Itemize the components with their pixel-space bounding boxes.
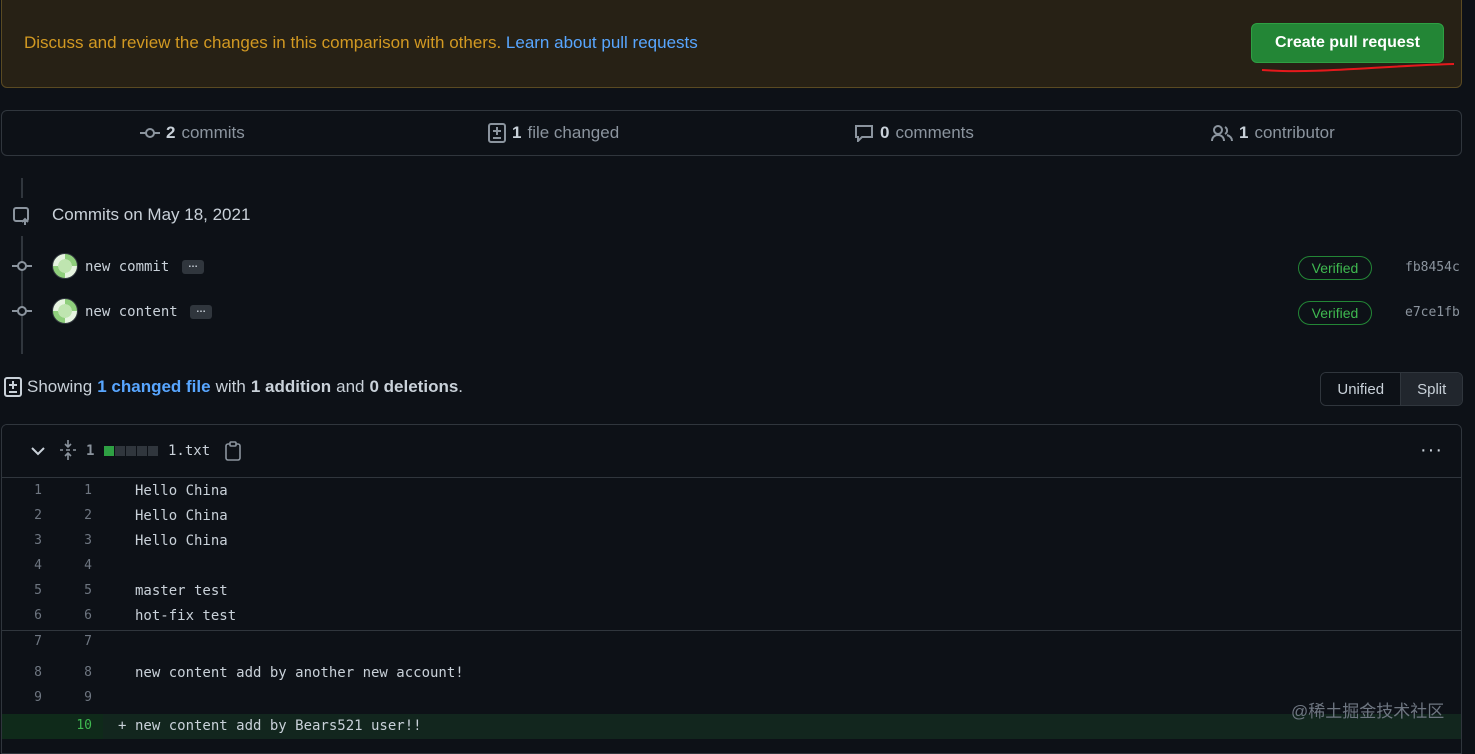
new-line-number[interactable]: 9 [52,690,92,705]
banner-message: Discuss and review the changes in this c… [24,33,698,53]
new-line-number[interactable]: 1 [52,483,92,498]
diff-line: 8 8 new content add by another new account… [2,661,1461,686]
verified-badge[interactable]: Verified [1298,256,1372,280]
old-line-number[interactable]: 8 [2,665,42,680]
diff-stat-count: 1 [86,443,95,459]
avatar[interactable] [52,253,78,279]
chevron-down-icon[interactable] [31,446,45,456]
stat-files[interactable]: 1 file changed [488,111,619,155]
comment-icon [855,125,873,142]
old-line-number[interactable]: 2 [2,508,42,523]
stat-comments-count: 0 [880,123,890,142]
stat-commits[interactable]: 2 commits [140,111,245,155]
verified-badge[interactable]: Verified [1298,301,1372,325]
stat-commits-count: 2 [166,123,176,142]
diff-line: 2 2 Hello China [2,504,1461,529]
watermark: @稀土掘金技术社区 [1291,702,1445,721]
commit-sha-link[interactable]: fb8454c [1405,260,1460,275]
file-header: 1 1.txt ··· [2,425,1461,478]
stat-contributors-count: 1 [1239,123,1249,142]
comparison-stats: 2 commits 1 file changed 0 comments 1 co… [1,110,1462,156]
split-view-button[interactable]: Split [1401,373,1462,405]
old-line-number[interactable]: 4 [2,558,42,573]
file-name-link[interactable]: 1.txt [168,443,210,459]
stat-comments-label: comments [895,123,974,142]
diff-summary: Showing 1 changed file with 1 addition a… [4,377,463,397]
additions-count: 1 addition [250,377,332,396]
new-line-number[interactable]: 6 [52,608,92,623]
red-underline-annotation [1261,63,1455,73]
line-code: new content add by Bears521 user!! [135,718,422,734]
diff-line: 3 3 Hello China [2,529,1461,554]
old-line-number[interactable]: 9 [2,690,42,705]
commit-node-icon [12,306,32,316]
diff-line: 44 [2,554,1461,579]
diff-line: 6 6 hot-fix test [2,604,1461,629]
new-line-number[interactable]: 2 [52,508,92,523]
stat-files-count: 1 [512,123,522,142]
timeline-line [21,178,23,198]
commit-message-link[interactable]: new content [85,304,178,320]
diff-view-toggle: Unified Split [1320,372,1463,406]
copy-icon[interactable] [225,441,241,461]
avatar[interactable] [52,298,78,324]
people-icon [1211,125,1233,142]
line-code: Hello China [135,508,228,524]
stat-contributors[interactable]: 1 contributor [1211,111,1335,155]
summary-with: with [215,377,246,396]
file-diff-icon [4,377,22,397]
file-diff-icon [488,123,506,143]
old-line-number[interactable]: 6 [2,608,42,623]
commit-icon [140,128,160,138]
compare-banner: Discuss and review the changes in this c… [1,0,1462,88]
summary-end: . [458,377,464,396]
summary-prefix: Showing [27,377,93,396]
line-code: Hello China [135,483,228,499]
diff-line: 5 5 master test [2,579,1461,604]
old-line-number[interactable]: 3 [2,533,42,548]
stat-contributors-label: contributor [1254,123,1335,142]
expand-commit-button[interactable]: … [182,260,204,274]
commit-node-icon [12,261,32,271]
stat-commits-label: commits [181,123,245,142]
line-code: new content add by another new account! [135,665,464,681]
old-line-number[interactable]: 1 [2,483,42,498]
diff-stat-blocks [104,446,158,456]
old-line-number[interactable]: 5 [2,583,42,598]
timeline-line [21,236,23,354]
new-line-number[interactable]: 4 [52,558,92,573]
new-line-number[interactable]: 5 [52,583,92,598]
file-diff: 1 1.txt ··· 1 1 Hello China 2 2 Hello China 3 3… [1,424,1462,754]
git-commit-group-icon [13,207,29,225]
unified-view-button[interactable]: Unified [1321,373,1402,405]
stat-comments[interactable]: 0 comments [854,111,974,155]
changed-files-link[interactable]: 1 changed file [97,377,210,397]
learn-pull-requests-link[interactable]: Learn about pull requests [506,33,698,52]
line-code: master test [135,583,228,599]
summary-and: and [336,377,365,396]
new-line-number[interactable]: 3 [52,533,92,548]
old-line-number[interactable]: 7 [2,634,42,649]
diff-line: 1 1 Hello China [2,479,1461,504]
create-pull-request-button[interactable]: Create pull request [1251,23,1444,63]
deletions-count: 0 deletions [369,377,459,396]
line-code: hot-fix test [135,608,237,624]
diff-line-added: 10 + new content add by Bears521 user!! [2,714,1461,739]
new-line-number[interactable]: 7 [52,634,92,649]
banner-text: Discuss and review the changes in this c… [24,33,502,52]
commits-date-header: Commits on May 18, 2021 [52,205,251,224]
added-sign: + [118,718,127,734]
new-line-number[interactable]: 8 [52,665,92,680]
expand-commit-button[interactable]: … [190,305,212,319]
expand-all-icon[interactable] [59,439,77,461]
commit-message-link[interactable]: new commit [85,259,169,275]
line-code: Hello China [135,533,228,549]
file-more-options-icon[interactable]: ··· [1420,439,1443,462]
hunk-separator [2,630,1461,631]
stat-files-label: file changed [527,123,620,142]
new-line-number[interactable]: 10 [52,718,92,733]
diff-line: 77 [2,630,1461,655]
diff-line: 99 [2,686,1461,711]
commit-sha-link[interactable]: e7ce1fb [1405,305,1460,320]
